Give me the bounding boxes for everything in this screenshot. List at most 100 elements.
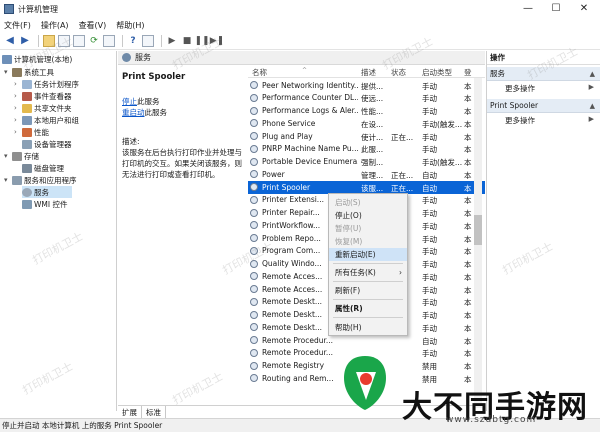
- column-logon[interactable]: 登: [464, 67, 472, 78]
- chevron-down-icon[interactable]: ▾: [4, 68, 12, 76]
- gear-icon: [250, 81, 258, 89]
- tree-item-local-users[interactable]: › 本地用户和组: [14, 114, 79, 126]
- actions-section-print-spooler[interactable]: Print Spooler ▲: [487, 99, 600, 113]
- menu-item-restart[interactable]: 重新启动(E): [329, 248, 407, 261]
- tree-item-label: 共享文件夹: [34, 103, 72, 113]
- menu-item-all-tasks[interactable]: 所有任务(K) ›: [329, 266, 407, 279]
- gear-icon: [250, 157, 258, 166]
- more-actions-services[interactable]: 更多操作: [505, 83, 535, 94]
- chevron-down-icon[interactable]: ▾: [4, 152, 12, 160]
- minimize-button[interactable]: —: [514, 0, 542, 18]
- table-row[interactable]: Phone Service 在设... 手动(触发... 本: [248, 117, 485, 130]
- properties-icon[interactable]: [73, 34, 85, 47]
- more-actions-print-spooler[interactable]: 更多操作: [505, 115, 535, 126]
- gear-icon: [250, 195, 258, 204]
- menu-view[interactable]: 查看(V): [79, 20, 107, 31]
- tree-item-shared-folders[interactable]: › 共享文件夹: [14, 102, 72, 114]
- refresh-icon[interactable]: ⟳: [88, 35, 100, 47]
- table-row[interactable]: Peer Networking Identity... 提供... 手动本: [248, 79, 485, 92]
- table-cell: Print Spooler: [262, 182, 311, 192]
- tree-item-label: 存储: [24, 151, 39, 161]
- chevron-right-icon[interactable]: ›: [14, 92, 22, 100]
- tree-item-services[interactable]: 服务: [22, 186, 72, 198]
- table-cell: 手动: [422, 285, 437, 295]
- chevron-up-icon[interactable]: ▲: [590, 67, 595, 81]
- chevron-right-icon: ›: [399, 268, 402, 277]
- table-cell: 自动: [422, 170, 437, 180]
- restart-service-link[interactable]: 重启动: [122, 108, 145, 117]
- table-cell: 强制...: [361, 158, 384, 167]
- table-row[interactable]: Power 管理... 正在... 自动本: [248, 168, 485, 181]
- export-list-icon[interactable]: [103, 34, 115, 47]
- tree-item-task-scheduler[interactable]: › 任务计划程序: [14, 78, 79, 90]
- forward-arrow-icon[interactable]: ▶: [19, 35, 31, 47]
- table-cell: 性能...: [361, 107, 384, 116]
- table-row[interactable]: Portable Device Enumera... 强制... 手动(触发... 本: [248, 156, 485, 169]
- table-cell: Portable Device Enumera...: [262, 157, 358, 166]
- gear-icon: [250, 183, 258, 191]
- gear-icon: [250, 348, 258, 357]
- menu-item-properties[interactable]: 属性(R): [329, 302, 407, 315]
- menu-separator: [333, 281, 403, 282]
- tree-item-services-apps[interactable]: ▾ 服务和应用程序: [4, 174, 77, 186]
- chevron-down-icon[interactable]: ▾: [4, 176, 12, 184]
- table-cell: 手动: [422, 311, 437, 320]
- stop-service-link[interactable]: 停止: [122, 97, 137, 106]
- menu-item-stop[interactable]: 停止(O): [329, 209, 407, 222]
- menu-item-resume[interactable]: 恢复(M): [329, 235, 407, 248]
- menu-action[interactable]: 操作(A): [41, 20, 69, 31]
- tab-standard[interactable]: 标准: [142, 406, 166, 418]
- table-cell: 手动: [422, 260, 437, 269]
- back-arrow-icon[interactable]: ◀: [4, 35, 16, 47]
- table-row[interactable]: Print Spooler 该服... 正在... 自动本: [248, 181, 485, 194]
- menu-item-pause[interactable]: 暂停(U): [329, 222, 407, 235]
- console-icon[interactable]: [142, 34, 154, 47]
- description-text: 该服务在后台执行打印作业并处理与打印机的交互。如果关闭该服务，则无法进行打印或查…: [122, 148, 242, 179]
- menu-help[interactable]: 帮助(H): [116, 20, 144, 31]
- table-cell: 手动: [422, 132, 437, 142]
- help-icon[interactable]: ?: [127, 35, 139, 47]
- chevron-right-icon[interactable]: ›: [14, 80, 22, 88]
- tree-item-storage[interactable]: ▾ 存储: [4, 150, 39, 162]
- scrollbar-thumb[interactable]: [474, 215, 482, 245]
- list-header: 名称 ^ 描述 状态 启动类型 登: [248, 65, 485, 78]
- restart-suffix: 此服务: [144, 108, 168, 117]
- table-cell: 手动: [422, 221, 437, 231]
- chevron-right-icon[interactable]: ›: [14, 116, 22, 124]
- table-cell: Performance Counter DL...: [262, 93, 358, 103]
- table-cell: 在设...: [361, 119, 384, 129]
- menu-file[interactable]: 文件(F): [4, 20, 31, 31]
- table-row[interactable]: Performance Counter DL... 使远... 手动本: [248, 92, 485, 105]
- stop-service-icon[interactable]: ■: [181, 35, 193, 47]
- column-description[interactable]: 描述: [361, 67, 376, 78]
- tab-extended[interactable]: 扩展: [118, 406, 142, 418]
- maximize-button[interactable]: ☐: [542, 0, 570, 18]
- start-service-icon[interactable]: ▶: [166, 35, 178, 47]
- tree-item-label: WMI 控件: [34, 199, 68, 209]
- tree-item-wmi[interactable]: WMI 控件: [22, 198, 67, 210]
- table-row[interactable]: Plug and Play 使计... 正在... 手动本: [248, 130, 485, 143]
- table-cell: 提供...: [361, 81, 384, 91]
- chevron-right-icon[interactable]: ›: [14, 128, 22, 136]
- table-row[interactable]: PNRP Machine Name Pu... 此服... 手动本: [248, 143, 485, 156]
- table-cell: 手动(触发...: [422, 119, 462, 129]
- table-row[interactable]: Performance Logs & Aler... 性能... 手动本: [248, 105, 485, 118]
- close-button[interactable]: ✕: [570, 0, 598, 18]
- tree-item-disk-management[interactable]: 磁盘管理: [22, 162, 64, 174]
- chevron-up-icon[interactable]: ▲: [590, 99, 595, 113]
- tree-item-event-viewer[interactable]: › 事件查看器: [14, 90, 72, 102]
- gear-icon: [122, 53, 131, 62]
- tree-item-device-manager[interactable]: 设备管理器: [22, 138, 72, 150]
- device-manager-icon: [22, 139, 32, 149]
- column-name[interactable]: 名称: [252, 67, 267, 78]
- chevron-right-icon[interactable]: ›: [14, 104, 22, 112]
- chevron-right-icon[interactable]: ▶: [589, 115, 594, 123]
- tree-item-performance[interactable]: › 性能: [14, 126, 49, 138]
- site-logo-url: www.szdbtg.com: [446, 415, 537, 425]
- column-startup-type[interactable]: 启动类型: [422, 67, 452, 78]
- menu-item-start[interactable]: 启动(S): [329, 196, 407, 209]
- menu-item-refresh[interactable]: 刷新(F): [329, 284, 407, 297]
- chevron-right-icon[interactable]: ▶: [589, 83, 594, 91]
- menu-item-help[interactable]: 帮助(H): [329, 321, 407, 334]
- context-menu: 启动(S) 停止(O) 暂停(U) 恢复(M) 重新启动(E) 所有任务(K) …: [328, 193, 408, 336]
